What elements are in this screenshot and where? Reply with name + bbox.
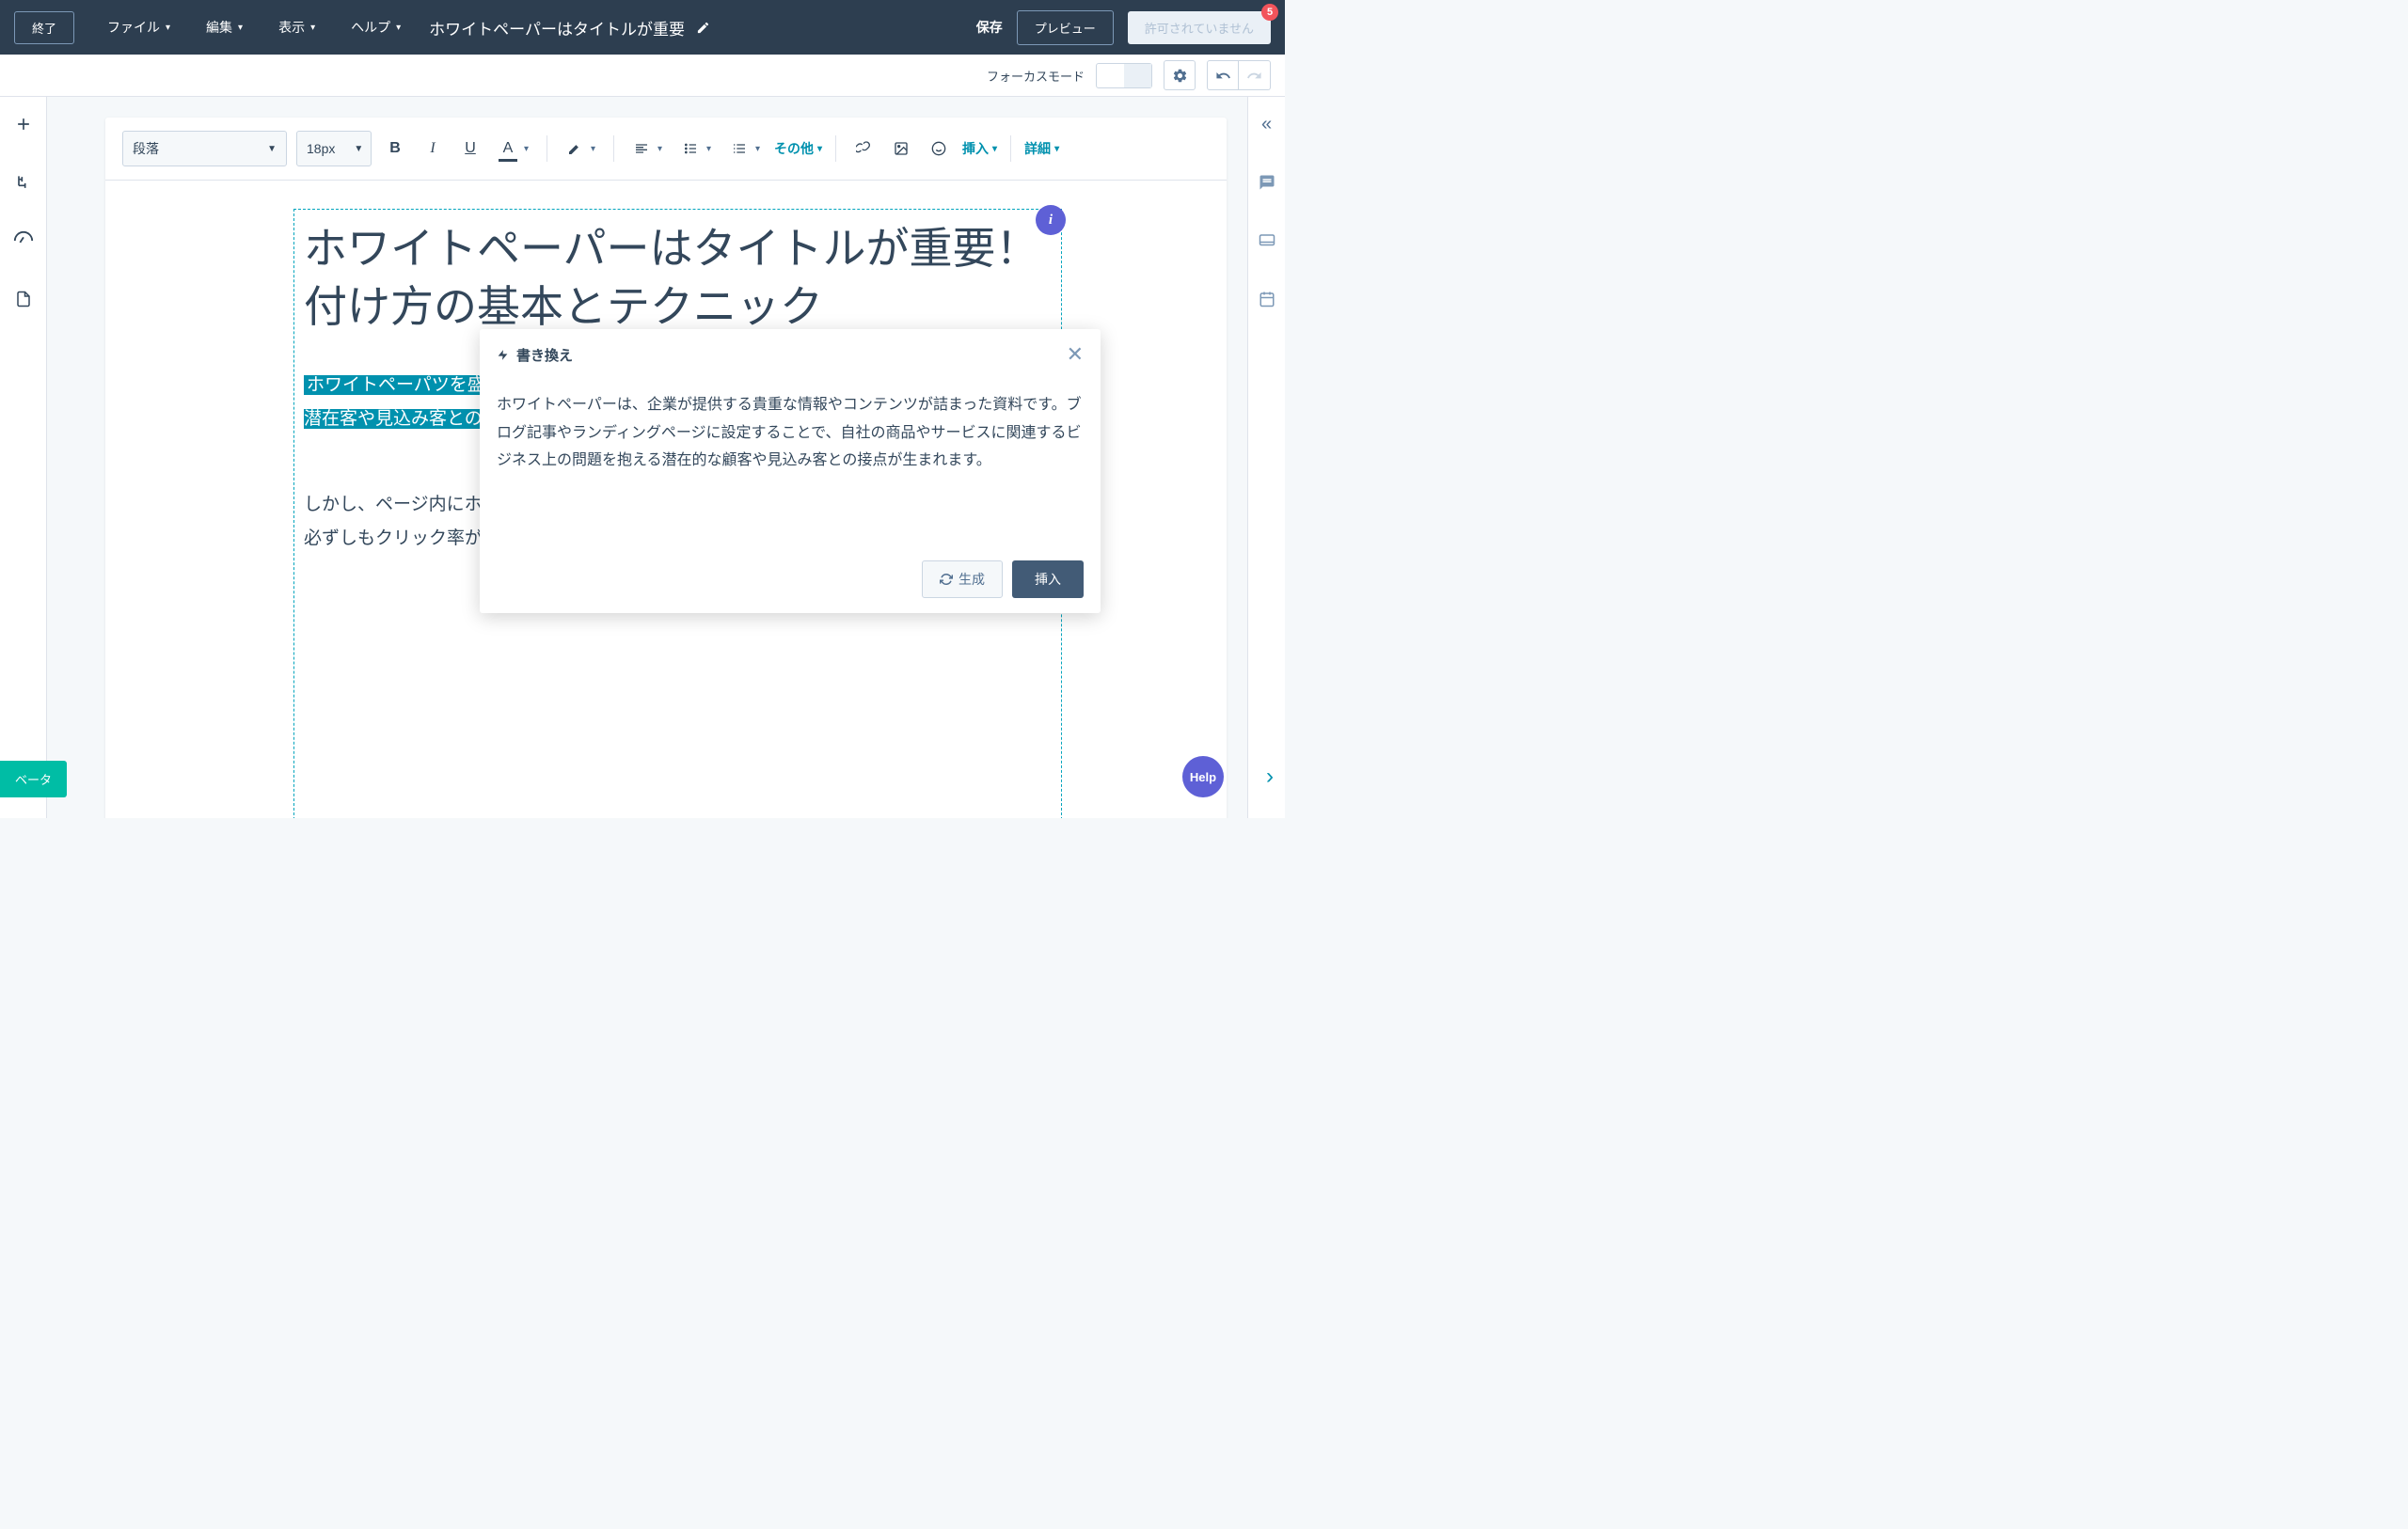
expand-chevron-icon[interactable]: › (1266, 764, 1274, 790)
edit-menu-label: 編集 (206, 18, 232, 37)
other-dropdown[interactable]: その他 ▾ (774, 139, 822, 158)
exit-button[interactable]: 終了 (14, 11, 74, 44)
refresh-icon (940, 573, 953, 586)
paragraph-style-select[interactable]: 段落 ▼ (122, 131, 287, 166)
numbered-list-group[interactable]: ▾ (725, 134, 765, 163)
left-sidebar (0, 97, 47, 818)
detail-label: 詳細 (1024, 139, 1051, 158)
notification-badge[interactable]: 5 (1261, 4, 1278, 21)
tree-icon[interactable] (13, 172, 34, 193)
permission-label: 許可されていません (1145, 22, 1254, 36)
divider (1010, 135, 1011, 162)
bullet-list-group[interactable]: ▾ (676, 134, 716, 163)
chevron-down-icon: ▾ (1054, 144, 1059, 154)
permission-disabled-button: 許可されていません 5 (1128, 11, 1271, 44)
toggle-off (1097, 64, 1124, 87)
detail-dropdown[interactable]: 詳細 ▾ (1024, 139, 1059, 158)
add-icon[interactable] (13, 114, 34, 134)
view-menu[interactable]: 表示 ▾ (278, 18, 315, 37)
chevron-down-icon: ▾ (992, 144, 997, 154)
chevron-down-icon: ▼ (354, 144, 363, 154)
chevron-down-icon: ▾ (396, 23, 401, 33)
chevron-down-icon[interactable]: ▾ (591, 144, 600, 154)
help-menu-label: ヘルプ (351, 18, 390, 37)
font-size-select[interactable]: 18px ▼ (296, 131, 372, 166)
right-sidebar: « (1247, 97, 1285, 818)
popup-body: ホワイトペーパーは、企業が提供する貴重な情報やコンテンツが詰まった資料です。ブロ… (480, 380, 1101, 549)
insert-button[interactable]: 挿入 (1012, 560, 1084, 598)
view-menu-label: 表示 (278, 18, 305, 37)
toggle-on (1124, 64, 1151, 87)
document-title: ホワイトペーパーはタイトルが重要 (429, 16, 685, 39)
chevron-down-icon: ▼ (267, 144, 277, 154)
link-button[interactable] (849, 134, 878, 163)
chevron-down-icon[interactable]: ▾ (755, 144, 765, 154)
highlight-icon (561, 134, 589, 163)
chevron-down-icon: ▾ (817, 144, 822, 154)
file-menu-label: ファイル (107, 18, 160, 37)
emoji-button[interactable] (925, 134, 953, 163)
edit-title-icon[interactable] (696, 21, 710, 35)
focus-mode-toggle[interactable] (1096, 63, 1152, 88)
font-color-group[interactable]: A ▾ (494, 134, 533, 163)
rewrite-popup: 書き換え ✕ ホワイトペーパーは、企業が提供する貴重な情報やコンテンツが詰まった… (480, 329, 1101, 613)
insert-label: 挿入 (962, 139, 989, 158)
monitor-icon[interactable] (1257, 230, 1277, 251)
edit-menu[interactable]: 編集 ▾ (206, 18, 243, 37)
gauge-icon[interactable] (13, 230, 34, 251)
focus-mode-label: フォーカスモード (987, 67, 1085, 85)
close-icon[interactable]: ✕ (1067, 342, 1084, 367)
paragraph-style-label: 段落 (133, 139, 159, 158)
popup-title: 書き換え (497, 345, 573, 365)
popup-title-text: 書き換え (516, 345, 573, 365)
file-menu[interactable]: ファイル ▾ (107, 18, 170, 37)
divider (613, 135, 614, 162)
underline-button[interactable]: U (456, 134, 484, 163)
format-toolbar: 段落 ▼ 18px ▼ B I U A ▾ (105, 118, 1227, 181)
file-icon[interactable] (13, 289, 34, 309)
chevron-down-icon[interactable]: ▾ (657, 144, 667, 154)
top-header: 終了 ファイル ▾ 編集 ▾ 表示 ▾ ヘルプ ▾ ホワイトペーパーはタイトルが… (0, 0, 1285, 55)
save-button[interactable]: 保存 (976, 18, 1003, 37)
beta-chip[interactable]: ベータ (0, 761, 67, 797)
bullet-list-icon (676, 134, 705, 163)
chevron-down-icon: ▾ (310, 23, 315, 33)
image-button[interactable] (887, 134, 915, 163)
comment-icon[interactable] (1257, 172, 1277, 193)
italic-button[interactable]: I (419, 134, 447, 163)
divider (835, 135, 836, 162)
align-icon (627, 134, 656, 163)
popup-header: 書き換え ✕ (480, 329, 1101, 380)
popup-footer: 生成 挿入 (480, 549, 1101, 613)
document-heading[interactable]: ホワイトペーパーはタイトルが重要！付け方の基本とテクニック (304, 219, 1052, 336)
redo-button[interactable] (1239, 60, 1271, 90)
generate-button[interactable]: 生成 (922, 560, 1003, 598)
chevron-down-icon: ▾ (238, 23, 243, 33)
insert-dropdown[interactable]: 挿入 ▾ (962, 139, 997, 158)
lightning-icon (497, 349, 509, 361)
numbered-list-icon (725, 134, 753, 163)
sub-toolbar: フォーカスモード (0, 55, 1285, 97)
help-menu[interactable]: ヘルプ ▾ (351, 18, 401, 37)
undo-button[interactable] (1207, 60, 1239, 90)
calendar-icon[interactable] (1257, 289, 1277, 309)
align-group[interactable]: ▾ (627, 134, 667, 163)
generate-label: 生成 (958, 570, 985, 589)
menu-bar: ファイル ▾ 編集 ▾ 表示 ▾ ヘルプ ▾ (107, 18, 401, 37)
font-size-label: 18px (307, 141, 335, 156)
bold-button[interactable]: B (381, 134, 409, 163)
preview-button[interactable]: プレビュー (1017, 10, 1114, 45)
collapse-icon[interactable]: « (1257, 114, 1277, 134)
font-color-button[interactable]: A (494, 134, 522, 163)
chevron-down-icon: ▾ (166, 23, 170, 33)
undo-redo-group (1207, 60, 1271, 90)
header-right: 保存 プレビュー 許可されていません 5 (976, 10, 1271, 45)
other-label: その他 (774, 139, 814, 158)
help-chip[interactable]: Help (1182, 756, 1224, 797)
chevron-down-icon[interactable]: ▾ (706, 144, 716, 154)
chevron-down-icon[interactable]: ▾ (524, 144, 533, 154)
highlight-group[interactable]: ▾ (561, 134, 600, 163)
settings-button[interactable] (1164, 60, 1196, 90)
info-badge[interactable]: i (1036, 205, 1066, 235)
